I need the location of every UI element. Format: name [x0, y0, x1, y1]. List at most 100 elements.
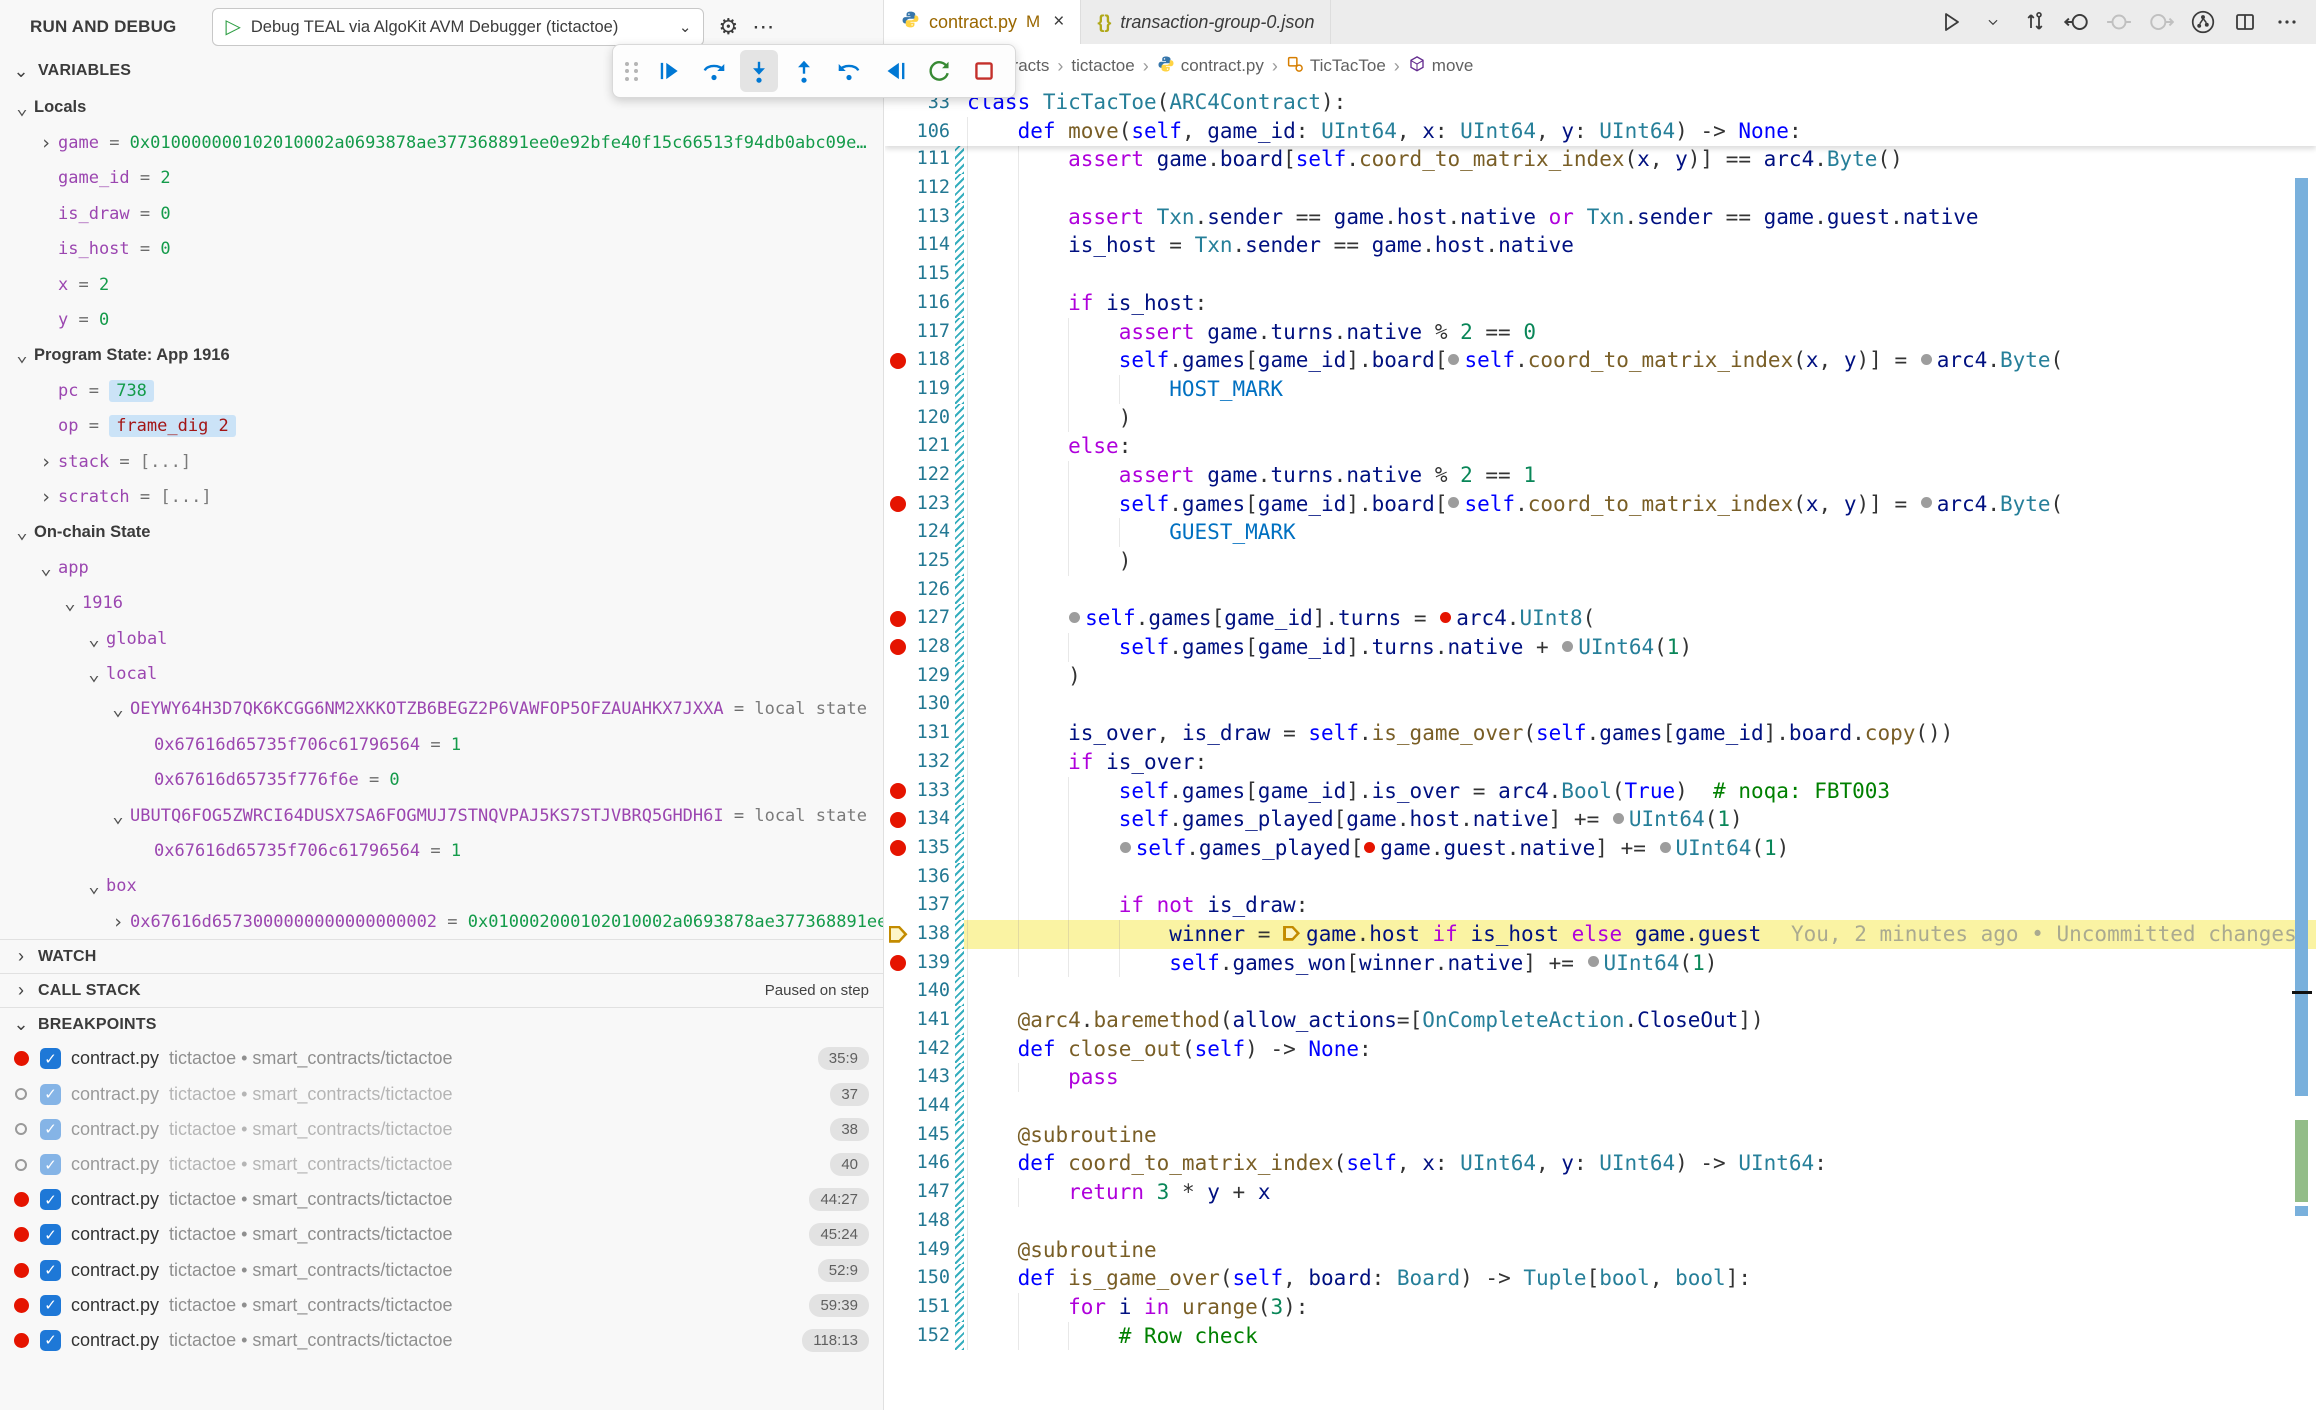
variable-row[interactable]: ›game = 0x010000000102010002a0693878ae37… — [0, 125, 883, 160]
breakpoint-unverified-icon[interactable] — [12, 1159, 30, 1171]
breakpoint-checkbox[interactable]: ✓ — [40, 1260, 61, 1281]
navigate-back-icon[interactable] — [2062, 7, 2092, 37]
run-dropdown-chevron[interactable] — [1978, 7, 2008, 37]
breadcrumb[interactable]: e›smart_contracts›tictactoe›contract.py›… — [885, 44, 2316, 88]
code-line[interactable]: 128self.games[game_id].turns.native + UI… — [885, 633, 2316, 662]
code-line[interactable]: 120) — [885, 404, 2316, 433]
breakpoint-icon[interactable] — [12, 1298, 30, 1313]
breakpoint-row[interactable]: ✓contract.pytictactoe • smart_contracts/… — [0, 1041, 883, 1076]
code-line[interactable]: 127self.games[game_id].turns = arc4.UInt… — [885, 604, 2316, 633]
current-position-icon[interactable] — [2104, 7, 2134, 37]
variable-row[interactable]: y = 0 — [0, 302, 883, 337]
code-line[interactable]: 146def coord_to_matrix_index(self, x: UI… — [885, 1149, 2316, 1178]
gear-icon[interactable]: ⚙ — [718, 14, 738, 40]
code-line[interactable]: 143pass — [885, 1063, 2316, 1092]
variable-row[interactable]: game_id = 2 — [0, 161, 883, 196]
chevron-right-icon[interactable]: › — [34, 132, 58, 154]
debug-config-dropdown[interactable]: ▷ Debug TEAL via AlgoKit AVM Debugger (t… — [212, 8, 704, 46]
code-line[interactable]: 141@arc4.baremethod(allow_actions=[OnCom… — [885, 1006, 2316, 1035]
inline-breakpoint-gray-icon[interactable] — [1921, 354, 1932, 365]
step-back-button[interactable] — [830, 50, 868, 92]
code-line[interactable]: 145@subroutine — [885, 1121, 2316, 1150]
code-line[interactable]: 136 — [885, 863, 2316, 892]
breakpoint-row[interactable]: ✓contract.pytictactoe • smart_contracts/… — [0, 1182, 883, 1217]
code-line[interactable]: 126 — [885, 576, 2316, 605]
variable-row[interactable]: 0x67616d65735f776f6e = 0 — [0, 762, 883, 797]
step-into-button[interactable] — [740, 50, 778, 92]
code-line[interactable]: 116if is_host: — [885, 289, 2316, 318]
inline-breakpoint-gray-icon[interactable] — [1613, 813, 1624, 824]
variable-row[interactable]: is_draw = 0 — [0, 196, 883, 231]
variable-row[interactable]: ⌄UBUTQ6FOG5ZWRCI64DUSX7SA6FOGMUJ7STNQVPA… — [0, 798, 883, 833]
breakpoint-icon[interactable] — [12, 1051, 30, 1066]
code-line[interactable]: 114is_host = Txn.sender == game.host.nat… — [885, 231, 2316, 260]
variable-row[interactable]: pc = 738 — [0, 373, 883, 408]
code-line[interactable]: 112 — [885, 174, 2316, 203]
breakpoint-checkbox[interactable]: ✓ — [40, 1330, 61, 1351]
more-actions-button[interactable] — [2272, 7, 2302, 37]
chevron-right-icon[interactable]: › — [34, 451, 58, 473]
code-line[interactable]: 129) — [885, 662, 2316, 691]
code-line[interactable]: 117assert game.turns.native % 2 == 0 — [885, 318, 2316, 347]
code-line[interactable]: 148 — [885, 1207, 2316, 1236]
inline-breakpoint-red-icon[interactable] — [1364, 842, 1375, 853]
variable-row[interactable]: 0x67616d65735f706c61796564 = 1 — [0, 727, 883, 762]
breakpoint-row[interactable]: ✓contract.pytictactoe • smart_contracts/… — [0, 1288, 883, 1323]
tab-transaction-group-0.json[interactable]: {}transaction-group-0.json — [1081, 0, 1331, 44]
inline-breakpoint-gray-icon[interactable] — [1448, 354, 1459, 365]
variable-row[interactable]: ⌄OEYWY64H3D7QK6KCGG6NM2XKKOTZB6BEGZ2P6VA… — [0, 692, 883, 727]
variable-row[interactable]: ⌄global — [0, 621, 883, 656]
chevron-down-icon[interactable]: ⌄ — [10, 344, 34, 366]
chevron-down-icon[interactable]: ⌄ — [82, 628, 106, 650]
code-line[interactable]: 33class TicTacToe(ARC4Contract): — [885, 88, 2316, 117]
chevron-right-icon[interactable]: › — [106, 911, 130, 933]
code-line[interactable]: 119HOST_MARK — [885, 375, 2316, 404]
watch-section-header[interactable]: › WATCH — [0, 939, 883, 973]
breakpoint-checkbox[interactable]: ✓ — [40, 1154, 61, 1175]
breakpoints-section-header[interactable]: ⌄ BREAKPOINTS — [0, 1007, 883, 1041]
code-line[interactable]: 121else: — [885, 432, 2316, 461]
inline-breakpoint-gray-icon[interactable] — [1120, 842, 1131, 853]
breakpoint-row[interactable]: ✓contract.pytictactoe • smart_contracts/… — [0, 1253, 883, 1288]
code-line[interactable]: 149@subroutine — [885, 1236, 2316, 1265]
breakpoint-checkbox[interactable]: ✓ — [40, 1295, 61, 1316]
inline-breakpoint-gray-icon[interactable] — [1069, 612, 1080, 623]
step-out-button[interactable] — [785, 50, 823, 92]
variable-row[interactable]: ⌄local — [0, 656, 883, 691]
chevron-down-icon[interactable]: ⌄ — [82, 875, 106, 897]
breakpoint-icon[interactable] — [12, 1333, 30, 1348]
variable-row[interactable]: ⌄1916 — [0, 585, 883, 620]
code-line[interactable]: 124GUEST_MARK — [885, 518, 2316, 547]
breakpoint-checkbox[interactable]: ✓ — [40, 1224, 61, 1245]
breakpoint-dot[interactable] — [885, 805, 911, 834]
code-line[interactable]: 118self.games[game_id].board[self.coord_… — [885, 346, 2316, 375]
chevron-down-icon[interactable]: ⌄ — [58, 592, 82, 614]
run-button[interactable] — [1936, 7, 1966, 37]
code-line[interactable]: 133self.games[game_id].is_over = arc4.Bo… — [885, 777, 2316, 806]
variable-row[interactable]: ›scratch = [...] — [0, 479, 883, 514]
code-line[interactable]: 152# Row check — [885, 1322, 2316, 1351]
code-line[interactable]: 137if not is_draw: — [885, 891, 2316, 920]
play-icon[interactable]: ▷ — [225, 17, 240, 37]
breadcrumb-item-tictactoe[interactable]: tictactoe — [1071, 56, 1134, 76]
breakpoint-row[interactable]: ✓contract.pytictactoe • smart_contracts/… — [0, 1323, 883, 1358]
breakpoint-checkbox[interactable]: ✓ — [40, 1084, 61, 1105]
chevron-down-icon[interactable]: ⌄ — [106, 698, 130, 720]
breakpoint-dot[interactable] — [885, 834, 911, 863]
navigate-forward-icon[interactable] — [2146, 7, 2176, 37]
code-line[interactable]: 139self.games_won[winner.native] += UInt… — [885, 949, 2316, 978]
code-line[interactable]: 138winner = game.host if is_host else ga… — [885, 920, 2316, 949]
breakpoint-checkbox[interactable]: ✓ — [40, 1048, 61, 1069]
step-over-button[interactable] — [695, 50, 733, 92]
code-line[interactable]: 106def move(self, game_id: UInt64, x: UI… — [885, 117, 2316, 146]
code-line[interactable]: 111assert game.board[self.coord_to_matri… — [885, 145, 2316, 174]
inline-breakpoint-red-icon[interactable] — [1440, 612, 1451, 623]
breakpoint-icon[interactable] — [12, 1227, 30, 1242]
variables-group-row[interactable]: ⌄Program State: App 1916 — [0, 338, 883, 373]
code-editor[interactable]: 109assert not game.is_over.native110111a… — [885, 88, 2316, 1410]
breakpoint-row[interactable]: ✓contract.pytictactoe • smart_contracts/… — [0, 1147, 883, 1182]
call-stack-section-header[interactable]: › CALL STACK Paused on step — [0, 973, 883, 1007]
breakpoint-unverified-icon[interactable] — [12, 1088, 30, 1100]
variable-row[interactable]: is_host = 0 — [0, 232, 883, 267]
variable-row[interactable]: op = frame_dig 2 — [0, 409, 883, 444]
